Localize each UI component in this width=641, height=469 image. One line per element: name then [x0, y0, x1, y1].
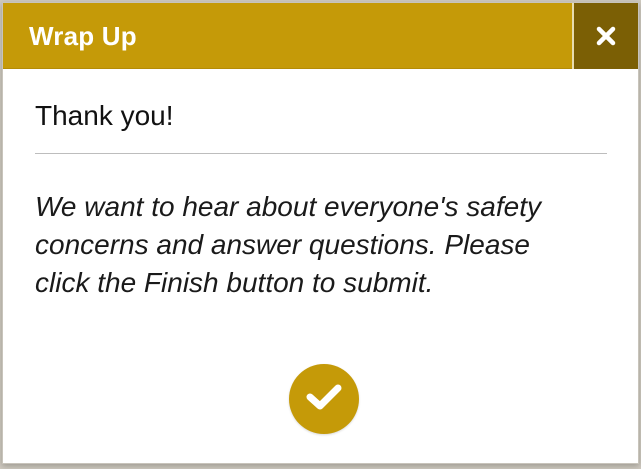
thank-you-heading: Thank you!: [35, 100, 174, 131]
close-icon: [595, 25, 617, 47]
divider: [35, 153, 607, 154]
dialog-titlebar: Wrap Up: [3, 3, 638, 69]
checkmark-icon: [305, 382, 343, 417]
wrap-up-dialog: Wrap Up Thank you! We want to hear about…: [2, 2, 639, 464]
dialog-message: We want to hear about everyone's safety …: [35, 191, 542, 298]
dialog-title: Wrap Up: [29, 21, 137, 51]
finish-button[interactable]: [289, 364, 359, 434]
close-button[interactable]: [572, 3, 638, 69]
dialog-body: Thank you! We want to hear about everyon…: [3, 99, 638, 302]
